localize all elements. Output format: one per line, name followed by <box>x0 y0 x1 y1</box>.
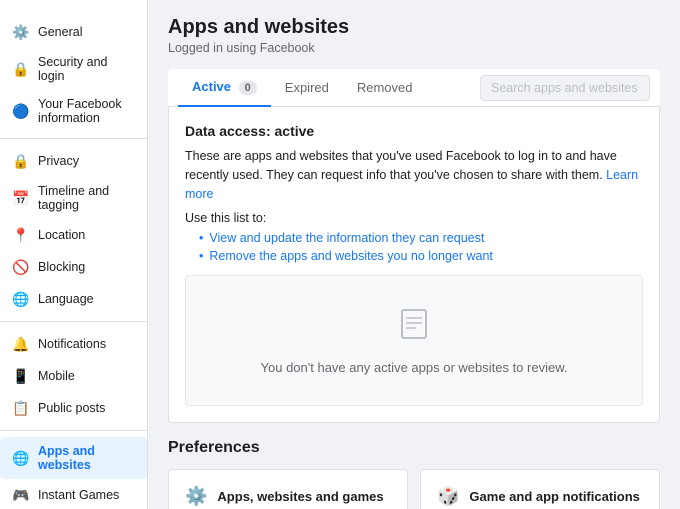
sidebar-item-timeline[interactable]: 📅 Timeline and tagging <box>0 177 147 219</box>
sidebar-item-notifications[interactable]: 🔔 Notifications <box>0 328 147 360</box>
search-container <box>480 75 650 101</box>
sidebar-item-security[interactable]: 🔒 Security and login <box>0 48 147 90</box>
data-access-title: Data access: active <box>185 123 643 139</box>
sidebar-label: Mobile <box>38 369 75 383</box>
sidebar-label: Privacy <box>38 154 79 168</box>
tab-removed[interactable]: Removed <box>343 70 427 107</box>
general-icon: ⚙️ <box>12 23 30 41</box>
sidebar-item-apps-websites[interactable]: 🌐 Apps and websites <box>0 437 147 479</box>
use-list: View and update the information they can… <box>185 231 643 263</box>
sidebar-item-facebook-info[interactable]: 🔵 Your Facebook information <box>0 90 147 132</box>
sidebar-divider <box>0 138 147 139</box>
tab-expired[interactable]: Expired <box>271 70 343 107</box>
sidebar-label: Language <box>38 292 94 306</box>
sidebar-section-account <box>0 8 147 16</box>
sidebar-label: Timeline and tagging <box>38 184 137 212</box>
pref-card-apps[interactable]: ⚙️ Apps, websites and games <box>168 469 408 509</box>
games-icon: 🎲 <box>437 486 459 507</box>
sidebar-label: General <box>38 25 82 39</box>
public-posts-icon: 📋 <box>12 399 30 417</box>
timeline-icon: 📅 <box>12 189 30 207</box>
use-list-label: Use this list to: <box>185 211 643 225</box>
games-label: Game and app notifications <box>469 489 639 504</box>
page-title: Apps and websites <box>168 16 660 39</box>
mobile-icon: 📱 <box>12 367 30 385</box>
data-access-desc: These are apps and websites that you've … <box>185 147 643 203</box>
tab-active[interactable]: Active 0 <box>178 69 271 107</box>
main-content: Apps and websites Logged in using Facebo… <box>148 0 680 509</box>
privacy-icon: 🔒 <box>12 152 30 170</box>
sidebar-divider <box>0 430 147 431</box>
blocking-icon: 🚫 <box>12 258 30 276</box>
pref-card-games[interactable]: 🎲 Game and app notifications <box>420 469 660 509</box>
sidebar-item-mobile[interactable]: 📱 Mobile <box>0 360 147 392</box>
location-icon: 📍 <box>12 226 30 244</box>
preferences-cards: ⚙️ Apps, websites and games 🎲 Game and a… <box>168 469 660 509</box>
language-icon: 🌐 <box>12 290 30 308</box>
list-item: Remove the apps and websites you no long… <box>199 249 643 263</box>
empty-text: You don't have any active apps or websit… <box>261 360 568 375</box>
sidebar-label: Location <box>38 228 85 242</box>
active-count: 0 <box>239 81 257 95</box>
sidebar-item-general[interactable]: ⚙️ General <box>0 16 147 48</box>
security-icon: 🔒 <box>12 60 30 78</box>
notifications-icon: 🔔 <box>12 335 30 353</box>
sidebar-divider <box>0 321 147 322</box>
sidebar-label: Security and login <box>38 55 137 83</box>
sidebar-label: Notifications <box>38 337 106 351</box>
empty-icon <box>396 306 432 350</box>
sidebar-item-blocking[interactable]: 🚫 Blocking <box>0 251 147 283</box>
sidebar-label: Apps and websites <box>38 444 137 472</box>
sidebar-label: Public posts <box>38 401 105 415</box>
sidebar-item-language[interactable]: 🌐 Language <box>0 283 147 315</box>
sidebar-item-public-posts[interactable]: 📋 Public posts <box>0 392 147 424</box>
sidebar-item-privacy[interactable]: 🔒 Privacy <box>0 145 147 177</box>
sidebar-label: Blocking <box>38 260 85 274</box>
apps-icon: ⚙️ <box>185 486 207 507</box>
page-subtitle: Logged in using Facebook <box>168 41 660 55</box>
search-input[interactable] <box>480 75 650 101</box>
sidebar-label: Instant Games <box>38 488 119 502</box>
sidebar: ⚙️ General 🔒 Security and login 🔵 Your Facebo… <box>0 0 148 509</box>
preferences-title: Preferences <box>168 439 660 457</box>
instant-games-icon: 🎮 <box>12 486 30 504</box>
facebook-info-icon: 🔵 <box>12 102 30 120</box>
sidebar-label: Your Facebook information <box>38 97 137 125</box>
sidebar-item-location[interactable]: 📍 Location <box>0 219 147 251</box>
list-item: View and update the information they can… <box>199 231 643 245</box>
apps-websites-icon: 🌐 <box>12 449 30 467</box>
tabs-bar: Active 0 Expired Removed <box>168 69 660 107</box>
apps-label: Apps, websites and games <box>217 489 383 504</box>
content-box: Data access: active These are apps and w… <box>168 107 660 423</box>
sidebar-item-instant-games[interactable]: 🎮 Instant Games <box>0 479 147 509</box>
empty-state: You don't have any active apps or websit… <box>185 275 643 406</box>
